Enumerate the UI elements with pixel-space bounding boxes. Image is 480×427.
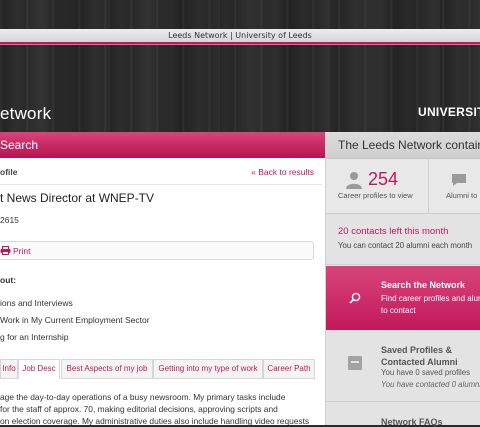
wood-header-background — [0, 0, 480, 132]
window-title-bar: Leeds Network | University of Leeds — [0, 29, 480, 45]
network-faqs-link[interactable]: Network FAQs — [381, 417, 443, 427]
profile-label: ofile — [0, 167, 18, 177]
job-title: t News Director at WNEP-TV — [0, 191, 155, 205]
about-heading: out: — [0, 275, 17, 285]
contacted-alumni-count: You have contacted 0 alumni — [381, 380, 480, 389]
contacts-left-title: 20 contacts left this month — [338, 226, 449, 237]
brand-network-label: etwork — [0, 104, 52, 123]
search-icon — [349, 292, 361, 304]
job-id: 2615 — [0, 215, 19, 225]
search-network-title: Search the Network — [381, 280, 466, 290]
print-label: Print — [13, 246, 31, 256]
brand-university-label[interactable]: UNIVERSITY — [418, 105, 480, 119]
profile-tabs: Info Job Desc Best Aspects of my job Get… — [0, 359, 320, 379]
saved-profiles-title: Saved Profiles & Contacted Alumni — [381, 345, 458, 367]
profile-row: ofile « Back to results — [0, 162, 322, 185]
tab-job-desc[interactable]: Job Desc — [18, 359, 60, 379]
back-to-results-link[interactable]: « Back to results — [251, 162, 314, 182]
print-button[interactable]: Print — [0, 245, 30, 257]
description-line: for the staff of approx. 70, making edit… — [0, 404, 278, 414]
job-description: age the day-to-day operations of a busy … — [0, 391, 310, 427]
career-profiles-label: Career profiles to view — [338, 191, 413, 200]
description-line: age the day-to-day operations of a busy … — [0, 392, 286, 402]
tab-career-path[interactable]: Career Path — [263, 359, 315, 379]
search-header: Search — [0, 132, 325, 158]
archive-box-icon — [348, 356, 362, 370]
search-network-button[interactable]: Search the Network Find career profiles … — [326, 266, 480, 330]
about-item: g for an Internship — [0, 332, 69, 342]
saved-profiles-item[interactable]: Saved Profiles & Contacted Alumni You ha… — [326, 331, 480, 402]
tab-info[interactable]: Info — [0, 359, 18, 379]
tab-best-aspects[interactable]: Best Aspects of my job — [61, 359, 153, 379]
career-profiles-count: 254 — [368, 169, 399, 189]
printer-icon — [0, 246, 11, 255]
search-network-subtitle: Find career profiles and alumni to conta… — [381, 294, 480, 315]
about-item: Work in My Current Employment Sector — [0, 315, 150, 325]
network-sidebar: The Leeds Network contains 254 Career pr… — [325, 132, 480, 427]
network-stats: 254 Career profiles to view Alumni to — [326, 159, 480, 214]
person-icon — [346, 172, 362, 189]
stat-divider — [428, 159, 429, 213]
alumni-label: Alumni to — [446, 191, 478, 200]
saved-profiles-count: You have 0 saved profiles — [381, 368, 471, 377]
print-toolbar: Print — [0, 241, 314, 260]
about-item: ions and Interviews — [0, 298, 73, 308]
speech-bubble-icon — [452, 174, 466, 186]
network-sidebar-header: The Leeds Network contains — [326, 132, 480, 159]
profile-panel: Search ofile « Back to results t News Di… — [0, 132, 325, 427]
contacts-remaining: 20 contacts left this month You can cont… — [326, 214, 480, 265]
description-line: on election coverage. My administrative … — [0, 416, 310, 426]
tab-getting-into-work[interactable]: Getting into my type of work — [153, 359, 263, 379]
contacts-left-subtitle: You can contact 20 alumni each month — [338, 241, 473, 250]
